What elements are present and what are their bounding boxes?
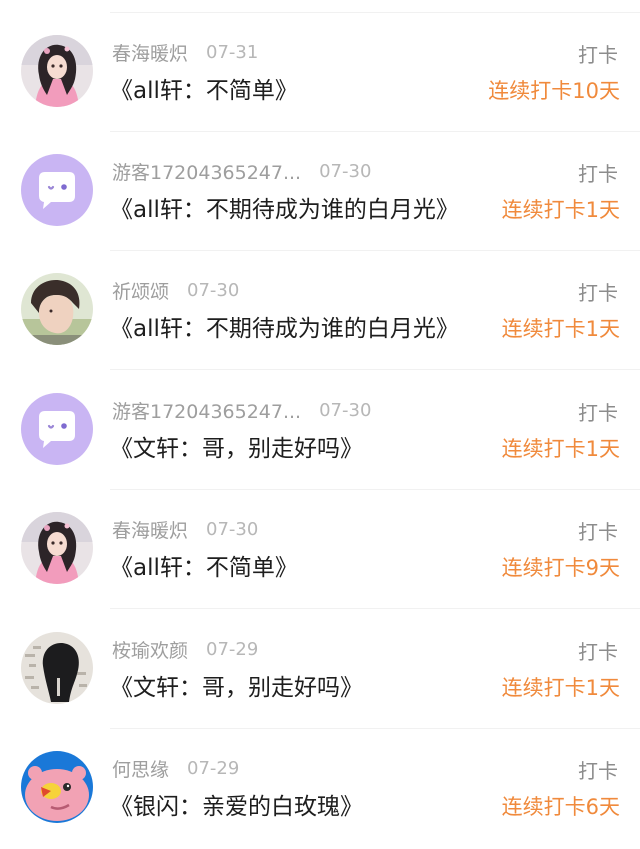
checkin-row[interactable]: 游客17204365247... 07-30 《all轩：不期待成为谁的白月光》… bbox=[0, 132, 640, 251]
book-title[interactable]: 《all轩：不简单》 bbox=[110, 547, 298, 583]
anime-girl-avatar[interactable] bbox=[21, 35, 93, 107]
streak-label: 连续打卡6天 bbox=[501, 795, 620, 819]
streak-label: 连续打卡1天 bbox=[501, 676, 620, 700]
book-title[interactable]: 《文轩：哥，别走好吗》 bbox=[110, 667, 363, 703]
pink-monster-avatar[interactable] bbox=[21, 751, 93, 823]
checkin-type-label: 打卡 bbox=[578, 162, 618, 186]
checkin-date: 07-30 bbox=[319, 399, 372, 421]
username[interactable]: 桉瑜欢颜 bbox=[112, 636, 188, 663]
username[interactable]: 祈颂颂 bbox=[112, 277, 169, 304]
streak-label: 连续打卡1天 bbox=[501, 317, 620, 341]
portrait-photo-avatar[interactable] bbox=[21, 273, 93, 345]
anime-girl-avatar[interactable] bbox=[21, 512, 93, 584]
username[interactable]: 春海暖炽 bbox=[112, 39, 188, 66]
checkin-date: 07-29 bbox=[206, 638, 259, 660]
username[interactable]: 何思缘 bbox=[112, 755, 169, 782]
checkin-row[interactable]: 春海暖炽 07-31 《all轩：不简单》 打卡 连续打卡10天 bbox=[0, 13, 640, 132]
user-meta: 游客17204365247... 07-30 bbox=[112, 396, 371, 424]
user-meta: 祈颂颂 07-30 bbox=[112, 276, 239, 304]
book-title[interactable]: 《all轩：不期待成为谁的白月光》 bbox=[110, 308, 459, 344]
checkin-row[interactable]: 何思缘 07-29 《银闪：亲爱的白玫瑰》 打卡 连续打卡6天 bbox=[0, 729, 640, 848]
checkin-row[interactable]: 游客17204365247... 07-30 《文轩：哥，别走好吗》 打卡 连续… bbox=[0, 371, 640, 490]
checkin-type-label: 打卡 bbox=[578, 281, 618, 305]
book-title[interactable]: 《银闪：亲爱的白玫瑰》 bbox=[110, 786, 363, 822]
checkin-row[interactable]: 桉瑜欢颜 07-29 《文轩：哥，别走好吗》 打卡 连续打卡1天 bbox=[0, 610, 640, 729]
username[interactable]: 春海暖炽 bbox=[112, 516, 188, 543]
streak-label: 连续打卡1天 bbox=[501, 437, 620, 461]
streak-label: 连续打卡1天 bbox=[501, 198, 620, 222]
username[interactable]: 游客17204365247... bbox=[112, 397, 301, 424]
checkin-type-label: 打卡 bbox=[578, 520, 618, 544]
checkin-date: 07-29 bbox=[187, 757, 240, 779]
user-meta: 桉瑜欢颜 07-29 bbox=[112, 635, 258, 663]
checkin-row[interactable]: 祈颂颂 07-30 《all轩：不期待成为谁的白月光》 打卡 连续打卡1天 bbox=[0, 251, 640, 370]
checkin-type-label: 打卡 bbox=[578, 401, 618, 425]
user-meta: 春海暖炽 07-30 bbox=[112, 515, 258, 543]
checkin-date: 07-31 bbox=[206, 41, 259, 63]
streak-label: 连续打卡9天 bbox=[501, 556, 620, 580]
dark-hair-photo-avatar[interactable] bbox=[21, 632, 93, 704]
guest-chat-bubble-avatar[interactable] bbox=[21, 393, 93, 465]
checkin-date: 07-30 bbox=[187, 279, 240, 301]
checkin-date: 07-30 bbox=[319, 160, 372, 182]
checkin-type-label: 打卡 bbox=[578, 43, 618, 67]
book-title[interactable]: 《all轩：不简单》 bbox=[110, 70, 298, 106]
checkin-type-label: 打卡 bbox=[578, 759, 618, 783]
guest-chat-bubble-avatar[interactable] bbox=[21, 154, 93, 226]
streak-label: 连续打卡10天 bbox=[488, 79, 620, 103]
user-meta: 游客17204365247... 07-30 bbox=[112, 157, 371, 185]
book-title[interactable]: 《文轩：哥，别走好吗》 bbox=[110, 428, 363, 464]
checkin-date: 07-30 bbox=[206, 518, 259, 540]
checkin-type-label: 打卡 bbox=[578, 640, 618, 664]
user-meta: 何思缘 07-29 bbox=[112, 754, 239, 782]
user-meta: 春海暖炽 07-31 bbox=[112, 38, 258, 66]
username[interactable]: 游客17204365247... bbox=[112, 158, 301, 185]
book-title[interactable]: 《all轩：不期待成为谁的白月光》 bbox=[110, 189, 459, 225]
checkin-row[interactable]: 春海暖炽 07-30 《all轩：不简单》 打卡 连续打卡9天 bbox=[0, 490, 640, 609]
